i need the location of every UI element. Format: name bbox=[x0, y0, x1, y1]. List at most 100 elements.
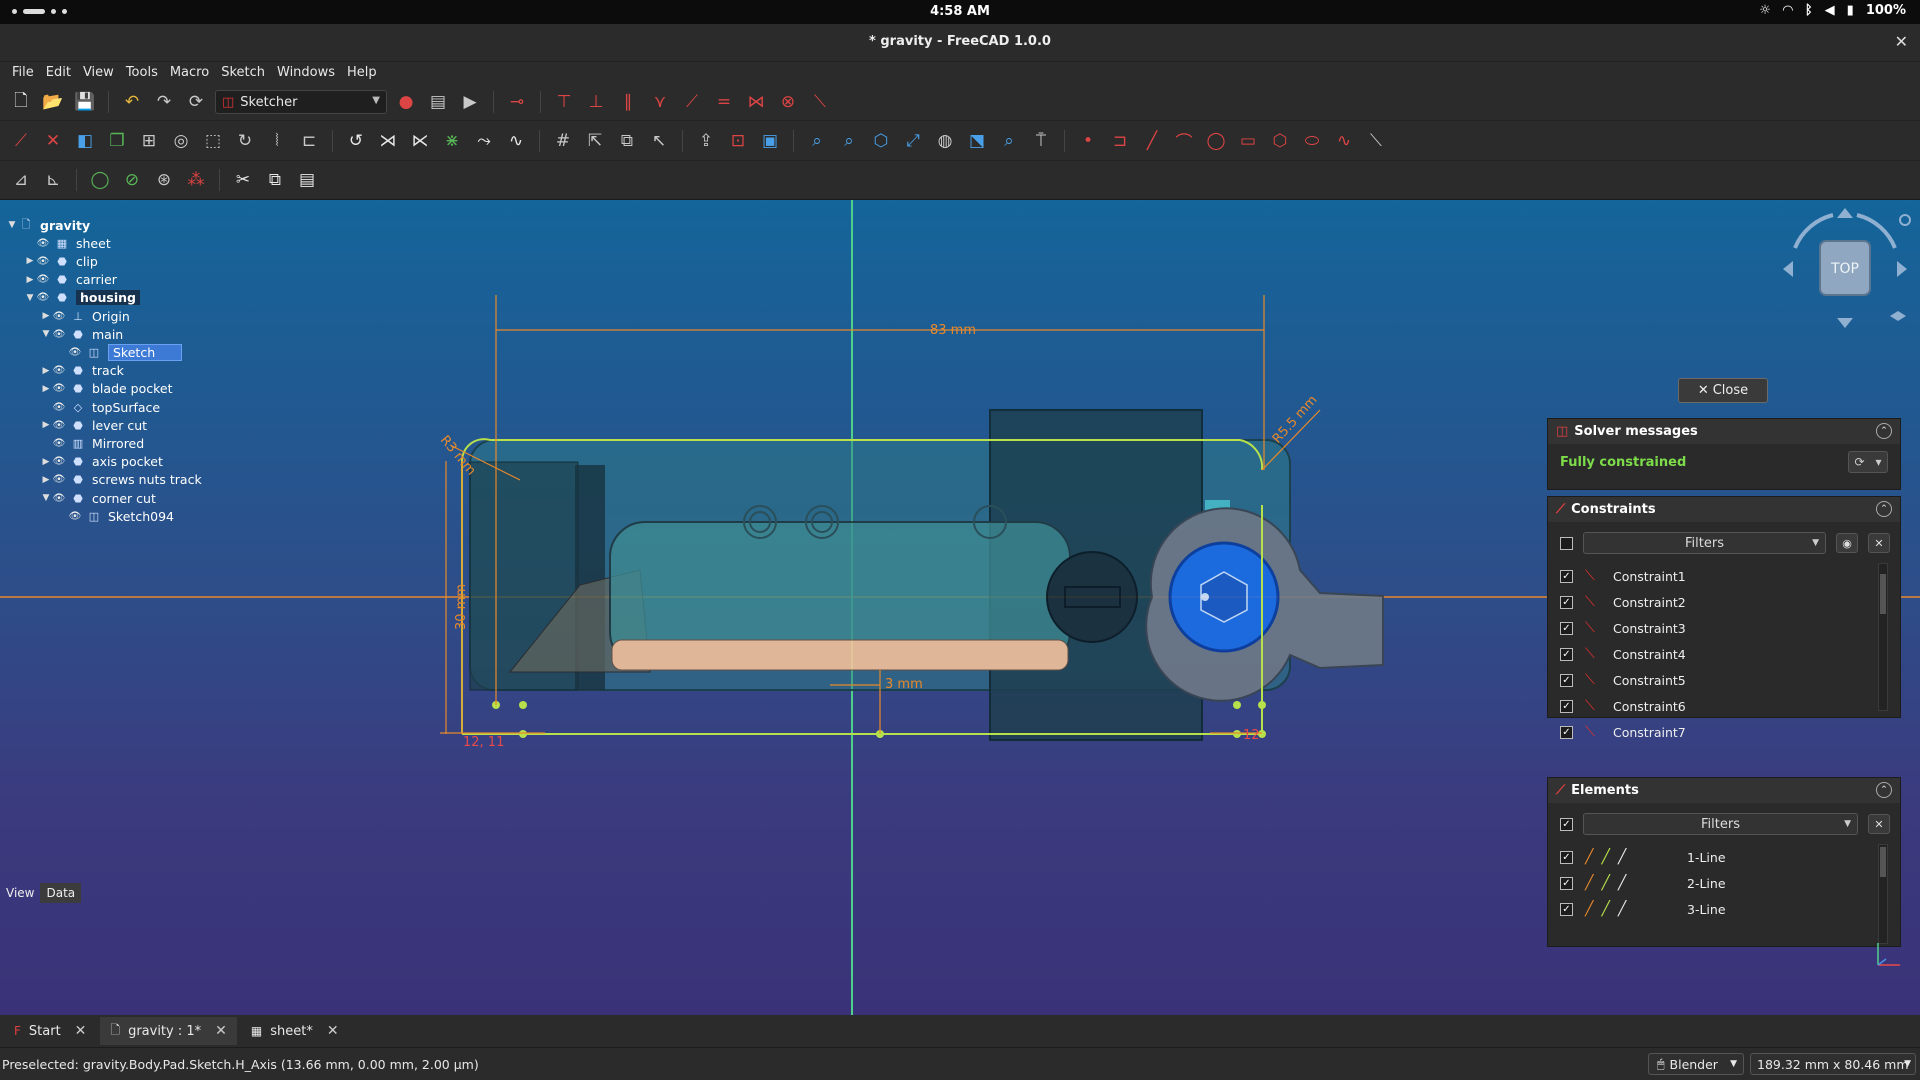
cut-icon[interactable]: ✂ bbox=[230, 167, 256, 193]
redo-icon[interactable]: ↷ bbox=[151, 89, 177, 115]
rendering-order-icon[interactable]: ⧉ bbox=[614, 128, 640, 154]
menu-macro[interactable]: Macro bbox=[164, 62, 215, 84]
3d-viewport[interactable]: 83 mm R3 mm R5.5 mm 30 mm 3 mm 12, 11 12… bbox=[0, 200, 1920, 1015]
constrain-perpendicular-icon[interactable]: ⋎ bbox=[647, 89, 673, 115]
expand-arrow-icon[interactable]: ▶ bbox=[24, 275, 36, 285]
close-icon[interactable]: ✕ bbox=[215, 1023, 227, 1039]
menu-edit[interactable]: Edit bbox=[40, 62, 77, 84]
tree-item-housing[interactable]: ▼ 👁 ⬣ housing bbox=[24, 289, 140, 307]
tree-item-clip[interactable]: ▶ 👁 ⬣ clip bbox=[24, 252, 98, 270]
fit-selection-icon[interactable]: ⌕ bbox=[836, 128, 862, 154]
slot-tool-icon[interactable]: ⬭ bbox=[1299, 128, 1325, 154]
start-point-icon[interactable]: ╱ bbox=[1601, 875, 1609, 891]
constraint-row[interactable]: ✓ ⟍ Constraint3 bbox=[1560, 615, 1870, 641]
validate-sketch-icon[interactable]: ⊿ bbox=[8, 167, 34, 193]
point-label[interactable]: 12, 11 bbox=[463, 735, 504, 750]
collapse-icon[interactable]: ⌃ bbox=[1876, 501, 1892, 517]
constraint-checkbox[interactable]: ✓ bbox=[1560, 621, 1573, 635]
line-tool-icon[interactable]: ✕ bbox=[40, 128, 66, 154]
end-point-icon[interactable]: ╱ bbox=[1618, 849, 1626, 865]
run-macro-icon[interactable]: ▶ bbox=[457, 89, 483, 115]
element-checkbox[interactable]: ✓ bbox=[1560, 902, 1573, 916]
visibility-icon[interactable]: 👁 bbox=[52, 383, 66, 394]
navigation-cube[interactable]: TOP bbox=[1775, 203, 1915, 333]
visibility-icon[interactable]: 👁 bbox=[52, 402, 66, 413]
nav-up-arrow-icon[interactable] bbox=[1837, 208, 1853, 218]
constrain-tangent-icon[interactable]: ⟋ bbox=[679, 89, 705, 115]
constraint-checkbox[interactable]: ✓ bbox=[1560, 725, 1573, 739]
undo-icon[interactable]: ↶ bbox=[119, 89, 145, 115]
element-checkbox[interactable]: ✓ bbox=[1560, 876, 1573, 890]
navigation-style-dropdown[interactable]: 🖱 Blender ▼ bbox=[1648, 1053, 1744, 1075]
tree-item-track[interactable]: ▶ 👁 ⬣ track bbox=[40, 362, 124, 380]
constraint-checkbox[interactable]: ✓ bbox=[1560, 673, 1573, 687]
std-axis-icon[interactable]: ⍑ bbox=[1028, 128, 1054, 154]
expand-arrow-icon[interactable]: ▶ bbox=[40, 475, 52, 485]
tab-view[interactable]: View bbox=[0, 883, 40, 903]
external-geometry-icon[interactable]: ◧ bbox=[72, 128, 98, 154]
view-section-icon[interactable]: ▣ bbox=[757, 128, 783, 154]
constraints-filter-dropdown[interactable]: Filters ▼ bbox=[1583, 532, 1826, 554]
start-point-icon[interactable]: ╱ bbox=[1601, 849, 1609, 865]
expand-arrow-icon[interactable]: ▶ bbox=[40, 457, 52, 467]
visibility-icon[interactable]: 👁 bbox=[36, 256, 50, 267]
constrain-vertical-icon[interactable]: ⊤ bbox=[551, 89, 577, 115]
constraints-header[interactable]: ⟋ Constraints ⌃ bbox=[1548, 497, 1900, 522]
close-sketch-button[interactable]: ✕ Close bbox=[1678, 378, 1768, 403]
external-link-icon[interactable]: ⊛ bbox=[151, 167, 177, 193]
nav-left-arrow-icon[interactable] bbox=[1783, 261, 1793, 277]
tree-root-item[interactable]: ▼ 🗋 gravity bbox=[6, 216, 91, 234]
edge-icon[interactable]: ╱ bbox=[1585, 901, 1593, 917]
fit-all-icon[interactable]: ⌕ bbox=[804, 128, 830, 154]
select-conflicting-icon[interactable]: ⁂ bbox=[183, 167, 209, 193]
visibility-icon[interactable]: 👁 bbox=[36, 238, 50, 249]
visibility-icon[interactable]: 👁 bbox=[36, 274, 50, 285]
dimension-height-label[interactable]: 30 mm bbox=[454, 584, 469, 630]
select-icon[interactable]: ↖ bbox=[646, 128, 672, 154]
tree-item-main[interactable]: ▼ 👁 ⬣ main bbox=[40, 325, 124, 343]
tab-start[interactable]: F Start ✕ bbox=[4, 1017, 96, 1045]
rotate-icon[interactable]: ↻ bbox=[232, 128, 258, 154]
constraint-checkbox[interactable]: ✓ bbox=[1560, 595, 1573, 609]
snap-icon[interactable]: ⇱ bbox=[582, 128, 608, 154]
element-row[interactable]: ✓ ╱ ╱ ╱ 2-Line bbox=[1560, 870, 1870, 896]
element-row[interactable]: ✓ ╱ ╱ ╱ 1-Line bbox=[1560, 844, 1870, 870]
expand-arrow-icon[interactable]: ▼ bbox=[6, 220, 18, 230]
open-file-icon[interactable]: 📂 bbox=[40, 89, 66, 115]
solver-refresh-button[interactable]: ⟳ ▾ bbox=[1848, 451, 1888, 473]
symmetry-icon[interactable]: ⦚ bbox=[264, 128, 290, 154]
constraints-scrollbar[interactable] bbox=[1878, 563, 1888, 711]
element-type-icons[interactable]: ╱ ╱ ╱ bbox=[1585, 901, 1675, 917]
edge-icon[interactable]: ╱ bbox=[1585, 875, 1593, 891]
point-tool-icon[interactable]: • bbox=[1075, 128, 1101, 154]
scale-icon[interactable]: ⬚ bbox=[200, 128, 226, 154]
paste-icon[interactable]: ▤ bbox=[294, 167, 320, 193]
dimension-width-label[interactable]: 83 mm bbox=[930, 323, 976, 338]
expand-arrow-icon[interactable]: ▶ bbox=[40, 420, 52, 430]
solver-header[interactable]: ◫ Solver messages ⌃ bbox=[1548, 419, 1900, 444]
nav-down-arrow-icon[interactable] bbox=[1837, 318, 1853, 328]
visibility-icon[interactable]: 👁 bbox=[52, 329, 66, 340]
visibility-icon[interactable]: 👁 bbox=[52, 365, 66, 376]
constrain-horizontal-icon[interactable]: ⊥ bbox=[583, 89, 609, 115]
expand-arrow-icon[interactable]: ▼ bbox=[24, 293, 36, 303]
arc-tool-icon[interactable]: ⌒ bbox=[1171, 128, 1197, 154]
view-sketch-icon[interactable]: ⊡ bbox=[725, 128, 751, 154]
collapse-icon[interactable]: ⌃ bbox=[1876, 423, 1892, 439]
menu-windows[interactable]: Windows bbox=[271, 62, 341, 84]
refresh-icon[interactable]: ⟳ bbox=[183, 89, 209, 115]
extend-icon[interactable]: ⋉ bbox=[407, 128, 433, 154]
visibility-icon[interactable]: 👁 bbox=[68, 511, 82, 522]
save-icon[interactable]: 💾 bbox=[72, 89, 98, 115]
element-type-icons[interactable]: ╱ ╱ ╱ bbox=[1585, 875, 1675, 891]
copy-icon[interactable]: ⧉ bbox=[262, 167, 288, 193]
visibility-icon[interactable]: 👁 bbox=[52, 420, 66, 431]
visibility-icon[interactable]: 👁 bbox=[68, 347, 82, 358]
construction-toggle-icon[interactable]: ⊘ bbox=[119, 167, 145, 193]
elements-scrollbar[interactable] bbox=[1878, 844, 1888, 944]
point-label-right[interactable]: 12 bbox=[1243, 728, 1260, 743]
split-icon[interactable]: ⋇ bbox=[439, 128, 465, 154]
array-icon[interactable]: ⊏ bbox=[296, 128, 322, 154]
expand-arrow-icon[interactable]: ▶ bbox=[24, 256, 36, 266]
visibility-icon[interactable]: 👁 bbox=[52, 438, 66, 449]
